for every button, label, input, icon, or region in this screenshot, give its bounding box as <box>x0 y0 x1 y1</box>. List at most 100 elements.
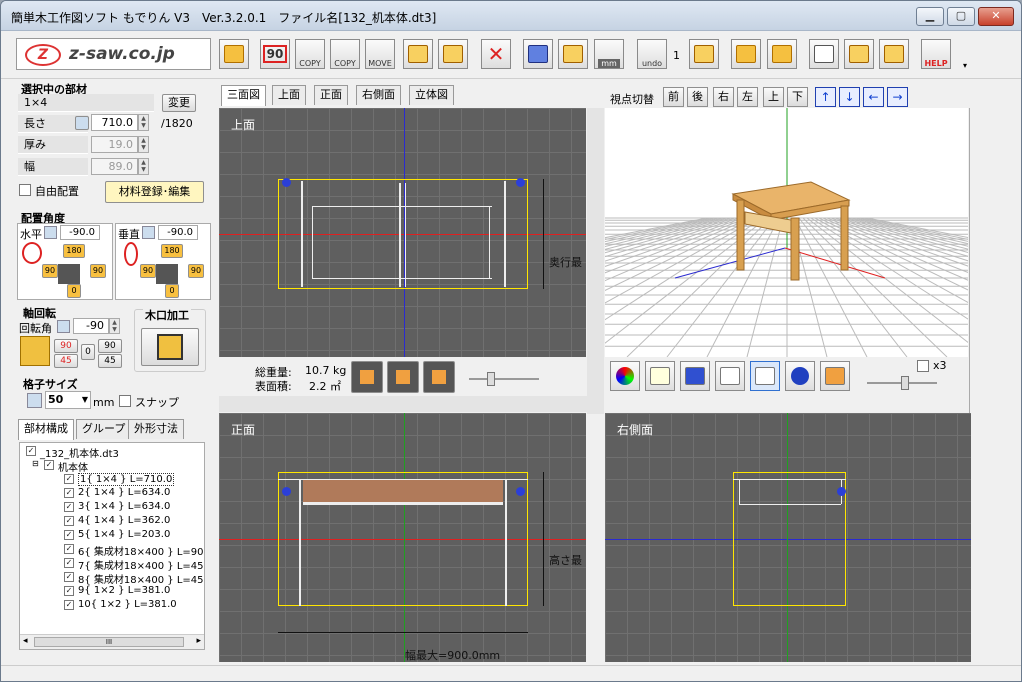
arrow-down-icon[interactable]: ↓ <box>839 87 860 107</box>
x3-checkbox[interactable] <box>917 360 929 372</box>
tree-item[interactable]: 2{ 1×4 } L=634.0 <box>78 487 170 498</box>
thickness-spinner[interactable]: ▲ ▼ <box>138 136 149 153</box>
selection-handle[interactable] <box>516 178 525 187</box>
axis-90-button[interactable]: 90 <box>54 339 78 353</box>
scroll-right-icon[interactable]: ▸ <box>196 636 201 646</box>
tree-item-checkbox[interactable]: ✓ <box>64 516 74 526</box>
ladder-button[interactable] <box>523 39 553 69</box>
close-button[interactable]: ✕ <box>978 7 1014 26</box>
view-front-button[interactable]: 前 <box>663 87 684 107</box>
open-button[interactable] <box>767 39 797 69</box>
tree-item[interactable]: 4{ 1×4 } L=362.0 <box>78 515 170 526</box>
horizontal-input[interactable]: -90.0 <box>60 225 100 240</box>
tree-item-checkbox[interactable]: ✓ <box>64 530 74 540</box>
tree-root[interactable]: _132_机本体.dt3 <box>40 445 119 460</box>
tree-item-checkbox[interactable]: ✓ <box>64 474 74 484</box>
3d-zoom-thumb[interactable] <box>901 376 909 390</box>
tree-root-checkbox[interactable]: ✓ <box>26 446 36 456</box>
length-calc-icon[interactable] <box>75 116 89 130</box>
arrow-left-icon[interactable]: ← <box>863 87 884 107</box>
arrow-up-icon[interactable]: ↑ <box>815 87 836 107</box>
maximize-button[interactable]: ▢ <box>947 7 975 26</box>
front-view[interactable]: 正面 高さ最 幅最大=900.0mm <box>219 413 586 662</box>
width-input[interactable]: 89.0 <box>91 158 138 175</box>
rotation-calc-icon[interactable] <box>57 320 70 333</box>
tree-item[interactable]: 3{ 1×4 } L=634.0 <box>78 501 170 512</box>
axis-45-button[interactable]: 45 <box>54 354 78 368</box>
selection-handle[interactable] <box>516 487 525 496</box>
tree-item[interactable]: 1{ 1×4 } L=710.0 <box>78 473 175 486</box>
vertical-calc-icon[interactable] <box>142 226 155 239</box>
help-button[interactable]: HELP <box>921 39 951 69</box>
h-angle-180[interactable]: 180 <box>63 244 85 258</box>
undo-button[interactable]: undo <box>637 39 667 69</box>
rotation-input[interactable]: -90 <box>73 318 109 334</box>
color-button[interactable] <box>610 361 640 391</box>
frame-button[interactable] <box>558 39 588 69</box>
axis-0-button[interactable]: 0 <box>81 344 95 360</box>
view-right-button[interactable]: 右 <box>713 87 734 107</box>
toolbar-overflow-icon[interactable]: ▾ <box>963 61 967 70</box>
v-angle-0[interactable]: 0 <box>165 284 179 298</box>
tree-item[interactable]: 8{ 集成材18×400 } L=45 <box>78 571 204 586</box>
snap-checkbox[interactable] <box>119 395 131 407</box>
minimize-button[interactable]: ▁ <box>916 7 944 26</box>
export-button[interactable] <box>219 39 249 69</box>
view-left-button[interactable]: 左 <box>737 87 758 107</box>
tab-three-view[interactable]: 三面図 <box>221 85 266 106</box>
view-bottom-button[interactable]: 下 <box>787 87 808 107</box>
horizontal-splitter[interactable] <box>219 396 604 412</box>
paste-button[interactable] <box>689 39 719 69</box>
zoom-slider-thumb[interactable] <box>487 372 495 386</box>
axis-45b-button[interactable]: 45 <box>98 354 122 368</box>
grid-toggle-button[interactable] <box>750 361 780 391</box>
arrow-right-icon[interactable]: → <box>887 87 908 107</box>
copy-button[interactable]: COPY <box>295 39 325 69</box>
print-button[interactable] <box>809 39 839 69</box>
align-button[interactable] <box>438 39 468 69</box>
kiguchi-button[interactable] <box>141 328 199 366</box>
material-button[interactable]: 材料登録･編集 <box>105 181 204 203</box>
view-back-button[interactable]: 後 <box>687 87 708 107</box>
move-left-part-button[interactable] <box>351 361 383 393</box>
tab-parts[interactable]: 部材構成 <box>18 419 74 440</box>
center-part-button[interactable] <box>387 361 419 393</box>
view-top-button[interactable]: 上 <box>763 87 784 107</box>
rotate-view-button[interactable] <box>785 361 815 391</box>
tree-item[interactable]: 6{ 集成材18×400 } L=90 <box>78 543 204 558</box>
selection-handle[interactable] <box>837 487 846 496</box>
tab-group[interactable]: グループ <box>76 419 132 439</box>
horizontal-calc-icon[interactable] <box>44 226 57 239</box>
tree-item-checkbox[interactable]: ✓ <box>64 488 74 498</box>
h-angle-90-right[interactable]: 90 <box>90 264 106 278</box>
h-angle-90-left[interactable]: 90 <box>42 264 58 278</box>
tree-item[interactable]: 5{ 1×4 } L=203.0 <box>78 529 170 540</box>
mirror-button[interactable] <box>403 39 433 69</box>
tab-top[interactable]: 上面 <box>272 85 306 105</box>
selection-handle[interactable] <box>282 487 291 496</box>
scroll-left-icon[interactable]: ◂ <box>23 636 28 646</box>
scroll-thumb[interactable]: III <box>34 637 184 647</box>
tab-front[interactable]: 正面 <box>314 85 348 105</box>
vertical-input[interactable]: -90.0 <box>158 225 198 240</box>
tab-3d[interactable]: 立体図 <box>409 85 454 105</box>
v-angle-90-left[interactable]: 90 <box>140 264 156 278</box>
thickness-input[interactable]: 19.0 <box>91 136 138 153</box>
tree-scrollbar[interactable]: ◂ III ▸ <box>20 634 204 649</box>
solid-button[interactable] <box>680 361 710 391</box>
tree-item[interactable]: 10{ 1×2 } L=381.0 <box>78 599 177 610</box>
rotation-spinner[interactable]: ▲ ▼ <box>109 318 120 334</box>
selection-handle[interactable] <box>282 178 291 187</box>
tree-item-checkbox[interactable]: ✓ <box>64 502 74 512</box>
tree-group-checkbox[interactable]: ✓ <box>44 460 54 470</box>
tree-item-checkbox[interactable]: ✓ <box>64 572 74 582</box>
3d-view[interactable] <box>605 108 968 357</box>
tree-item-checkbox[interactable]: ✓ <box>64 600 74 610</box>
v-angle-180[interactable]: 180 <box>161 244 183 258</box>
delete-button[interactable]: ✕ <box>481 39 511 69</box>
move-right-part-button[interactable] <box>423 361 455 393</box>
tab-right-side[interactable]: 右側面 <box>356 85 401 105</box>
home-button[interactable] <box>844 39 874 69</box>
tree-item-checkbox[interactable]: ✓ <box>64 558 74 568</box>
chart-button[interactable] <box>645 361 675 391</box>
